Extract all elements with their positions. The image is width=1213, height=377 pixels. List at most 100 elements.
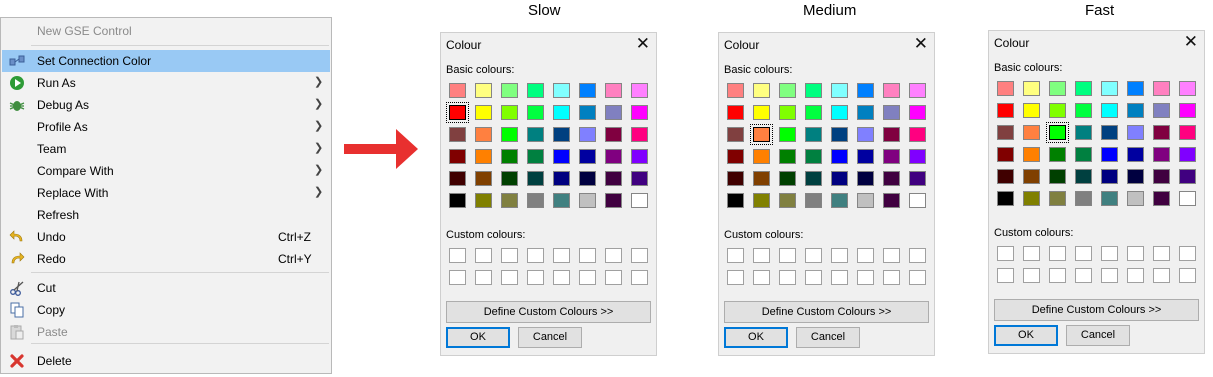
colour-swatch[interactable] [997,103,1014,118]
custom-colour-slot[interactable] [909,270,926,285]
custom-colour-slot[interactable] [883,248,900,263]
custom-colour-slot[interactable] [727,248,744,263]
colour-swatch[interactable] [1179,147,1196,162]
colour-swatch[interactable] [753,105,770,120]
custom-colour-slot[interactable] [1153,268,1170,283]
colour-swatch[interactable] [883,193,900,208]
menu-item-set-connection-color[interactable]: Set Connection Color [2,50,330,72]
custom-colour-slot[interactable] [909,248,926,263]
custom-colour-slot[interactable] [805,270,822,285]
colour-swatch[interactable] [553,105,570,120]
custom-colour-slot[interactable] [1075,268,1092,283]
colour-swatch[interactable] [475,105,492,120]
colour-swatch[interactable] [779,83,796,98]
colour-swatch[interactable] [1075,125,1092,140]
custom-colour-slot[interactable] [605,270,622,285]
colour-swatch[interactable] [605,149,622,164]
menu-item-debug-as[interactable]: Debug As ❯ [2,94,330,116]
colour-swatch[interactable] [631,83,648,98]
colour-swatch[interactable] [997,125,1014,140]
colour-swatch[interactable] [831,171,848,186]
colour-swatch[interactable] [909,149,926,164]
colour-swatch[interactable] [1127,191,1144,206]
custom-colour-slot[interactable] [553,248,570,263]
colour-swatch[interactable] [1049,81,1066,96]
custom-colour-slot[interactable] [1153,246,1170,261]
colour-swatch[interactable] [1101,125,1118,140]
colour-swatch[interactable] [805,127,822,142]
custom-colour-slot[interactable] [831,270,848,285]
menu-item-team[interactable]: Team ❯ [2,138,330,160]
colour-swatch[interactable] [1075,191,1092,206]
colour-swatch[interactable] [1153,191,1170,206]
colour-swatch[interactable] [909,193,926,208]
colour-swatch[interactable] [805,149,822,164]
custom-colour-slot[interactable] [631,248,648,263]
colour-swatch[interactable] [831,83,848,98]
colour-swatch[interactable] [1127,169,1144,184]
colour-swatch[interactable] [727,193,744,208]
colour-swatch[interactable] [1127,81,1144,96]
custom-colour-slot[interactable] [527,270,544,285]
colour-swatch[interactable] [605,127,622,142]
colour-swatch[interactable] [579,193,596,208]
colour-swatch[interactable] [1179,169,1196,184]
custom-colour-slot[interactable] [501,248,518,263]
colour-swatch[interactable] [1101,191,1118,206]
custom-colour-slot[interactable] [753,270,770,285]
colour-swatch[interactable] [1075,81,1092,96]
menu-item-compare-with[interactable]: Compare With ❯ [2,160,330,182]
colour-swatch[interactable] [883,83,900,98]
colour-swatch[interactable] [805,105,822,120]
menu-item-delete[interactable]: Delete [2,350,330,372]
colour-swatch[interactable] [779,193,796,208]
colour-swatch[interactable] [631,105,648,120]
colour-swatch[interactable] [501,105,518,120]
ok-button[interactable]: OK [446,327,510,348]
colour-swatch[interactable] [1023,147,1040,162]
custom-colour-slot[interactable] [1023,268,1040,283]
colour-swatch[interactable] [1127,147,1144,162]
colour-swatch[interactable] [1023,81,1040,96]
colour-swatch[interactable] [750,124,773,145]
colour-swatch[interactable] [1101,169,1118,184]
custom-colour-slot[interactable] [1049,246,1066,261]
custom-colour-slot[interactable] [805,248,822,263]
colour-swatch[interactable] [779,171,796,186]
colour-swatch[interactable] [579,171,596,186]
colour-swatch[interactable] [1101,103,1118,118]
colour-swatch[interactable] [753,171,770,186]
define-custom-colours-button[interactable]: Define Custom Colours >> [994,299,1199,321]
colour-swatch[interactable] [631,171,648,186]
custom-colour-slot[interactable] [779,248,796,263]
colour-swatch[interactable] [1049,147,1066,162]
colour-swatch[interactable] [831,105,848,120]
colour-swatch[interactable] [1049,169,1066,184]
colour-swatch[interactable] [857,83,874,98]
colour-swatch[interactable] [553,127,570,142]
colour-swatch[interactable] [727,127,744,142]
custom-colour-slot[interactable] [1075,246,1092,261]
colour-swatch[interactable] [831,127,848,142]
colour-swatch[interactable] [527,171,544,186]
custom-colour-slot[interactable] [1127,268,1144,283]
colour-swatch[interactable] [1179,125,1196,140]
colour-swatch[interactable] [1179,81,1196,96]
colour-swatch[interactable] [857,127,874,142]
colour-swatch[interactable] [1127,103,1144,118]
colour-swatch[interactable] [1179,103,1196,118]
colour-swatch[interactable] [631,127,648,142]
colour-swatch[interactable] [527,105,544,120]
colour-swatch[interactable] [779,105,796,120]
colour-swatch[interactable] [883,105,900,120]
colour-swatch[interactable] [475,83,492,98]
custom-colour-slot[interactable] [449,270,466,285]
custom-colour-slot[interactable] [857,248,874,263]
colour-swatch[interactable] [1023,169,1040,184]
cancel-button[interactable]: Cancel [1066,325,1130,346]
colour-swatch[interactable] [857,149,874,164]
custom-colour-slot[interactable] [883,270,900,285]
colour-swatch[interactable] [1153,169,1170,184]
define-custom-colours-button[interactable]: Define Custom Colours >> [446,301,651,323]
custom-colour-slot[interactable] [449,248,466,263]
